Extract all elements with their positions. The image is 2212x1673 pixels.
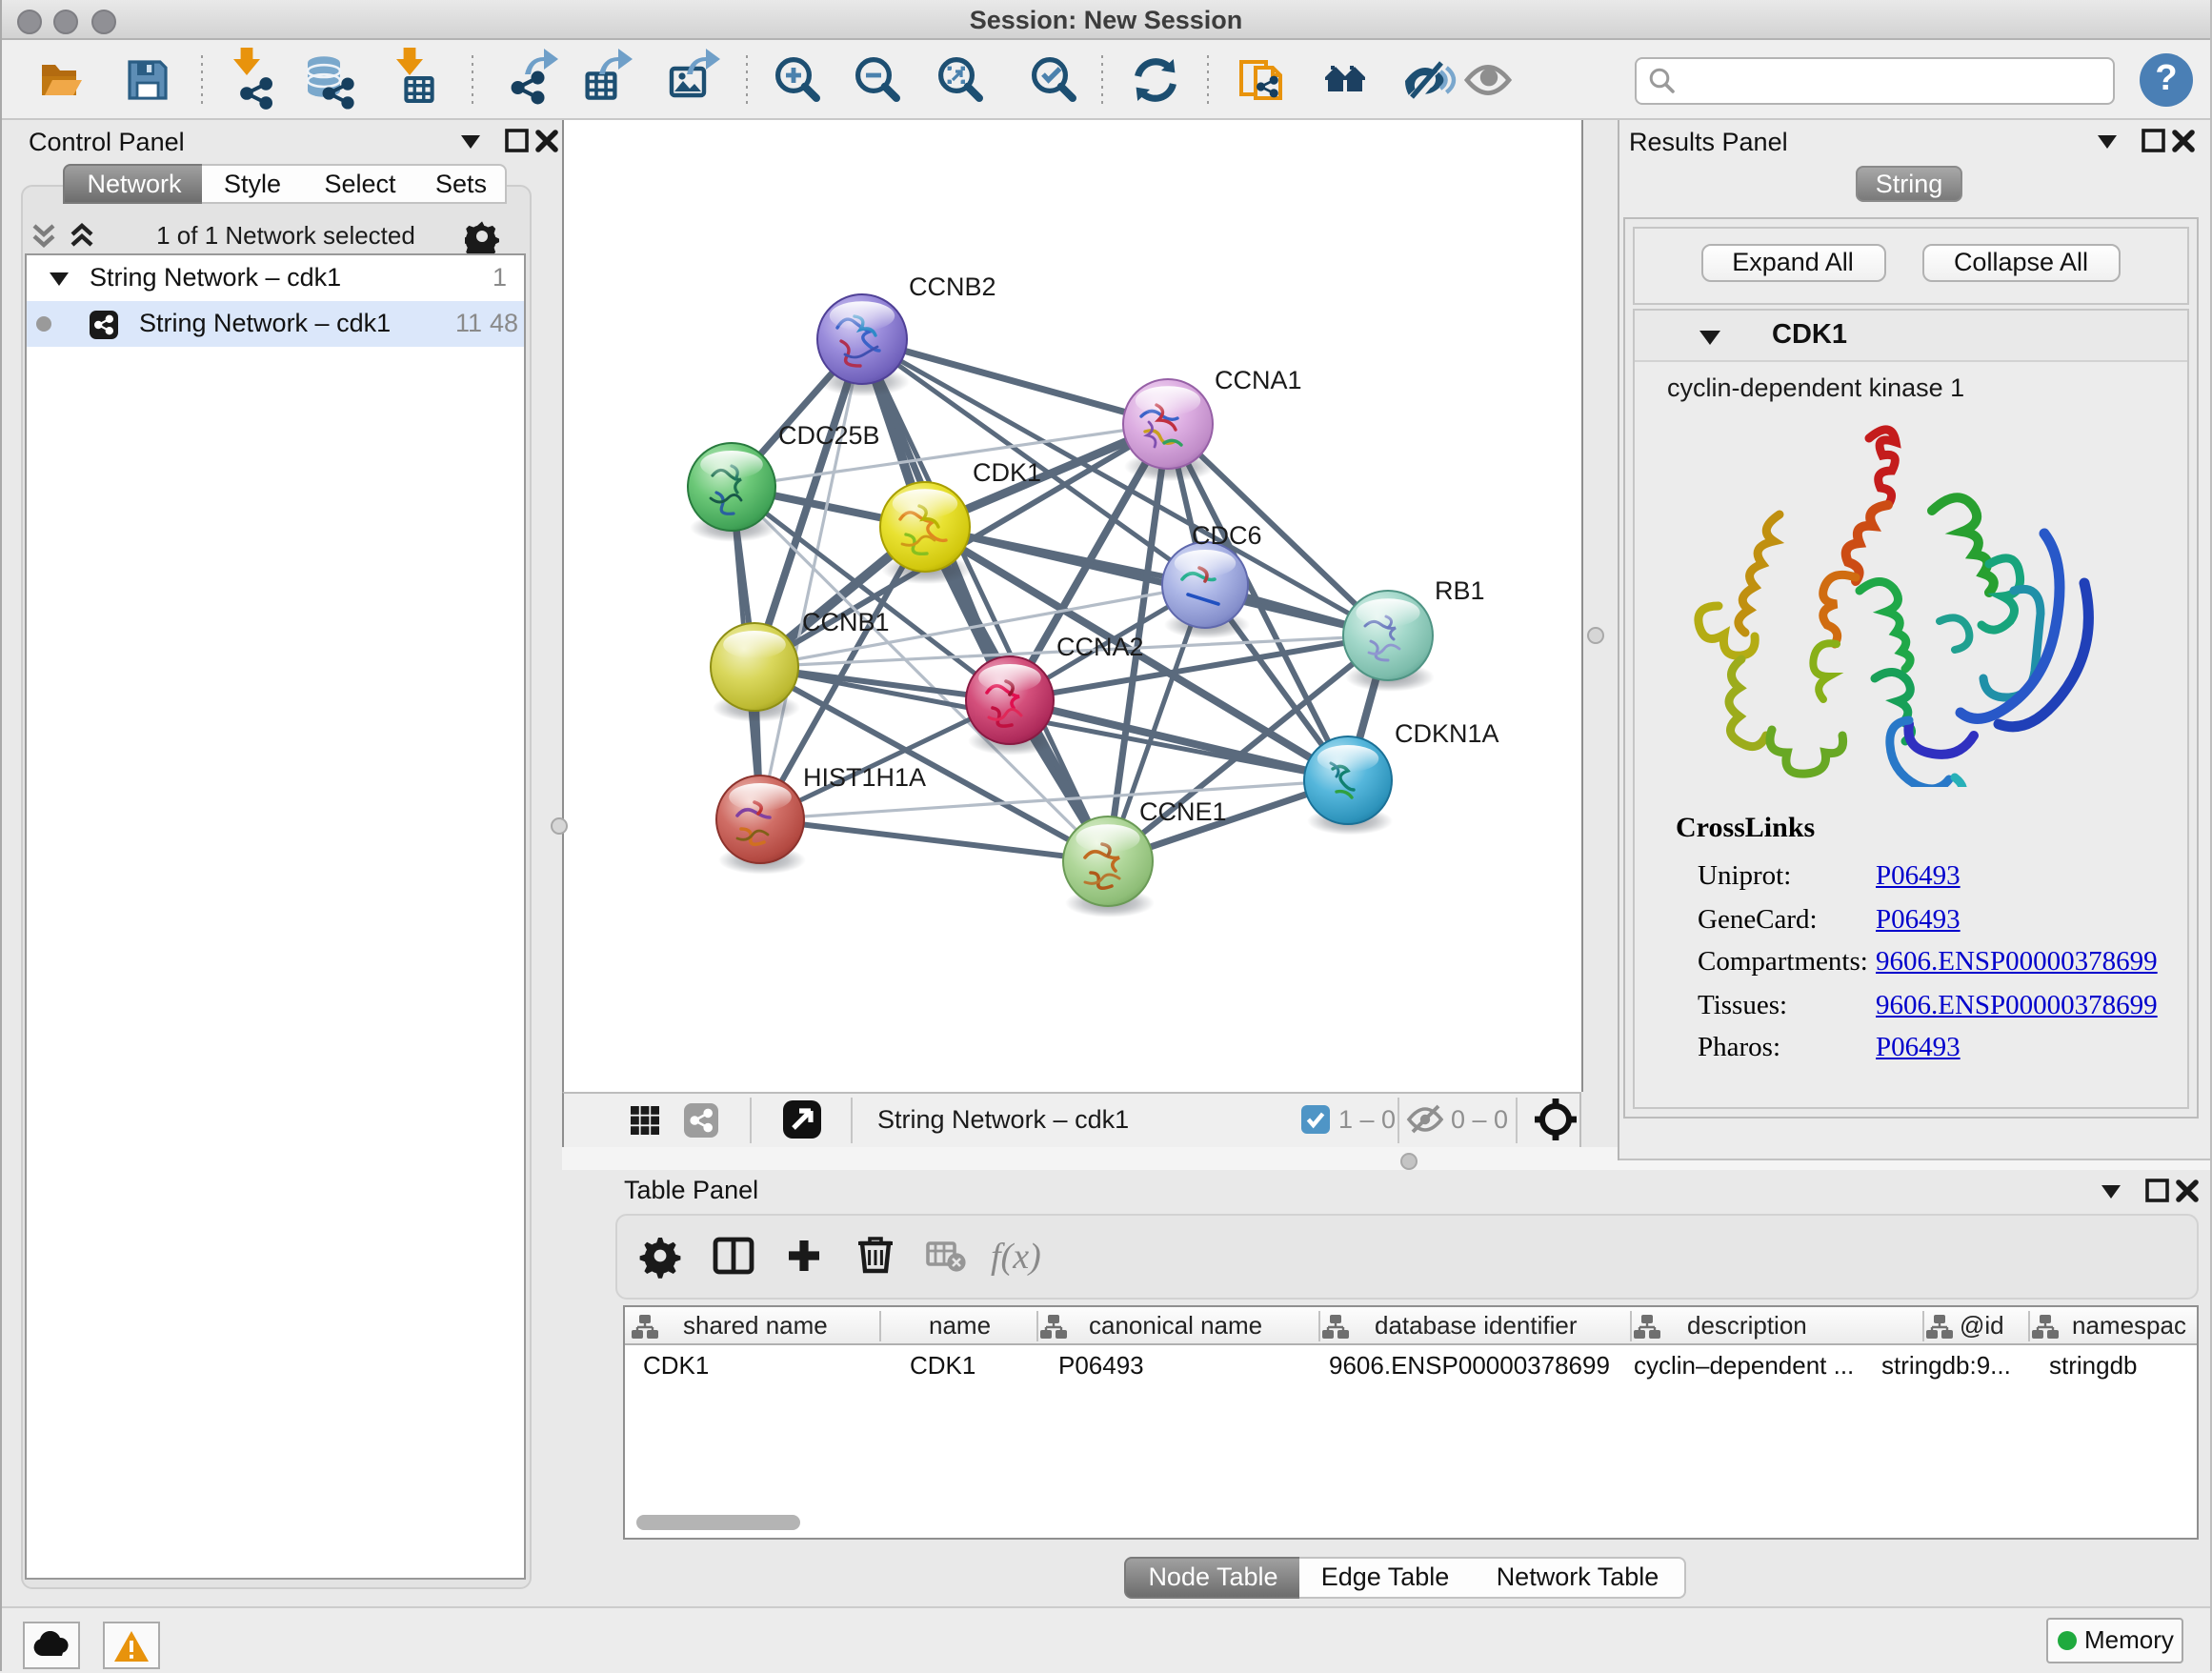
svg-text:CCNA1: CCNA1 [1214, 366, 1301, 394]
svg-text:f(x): f(x) [990, 1236, 1040, 1276]
svg-text:CCNB2: CCNB2 [908, 272, 995, 301]
svg-text:CCNE1: CCNE1 [1138, 797, 1226, 826]
svg-text:CCNB1: CCNB1 [801, 608, 889, 636]
svg-text:CDC25B: CDC25B [777, 421, 879, 450]
svg-text:HIST1H1A: HIST1H1A [802, 763, 925, 792]
svg-text:RB1: RB1 [1434, 576, 1484, 605]
svg-text:CDC6: CDC6 [1191, 521, 1261, 550]
svg-text:CCNA2: CCNA2 [1056, 633, 1143, 661]
svg-text:CDKN1A: CDKN1A [1394, 719, 1498, 748]
svg-text:CDK1: CDK1 [972, 458, 1040, 487]
